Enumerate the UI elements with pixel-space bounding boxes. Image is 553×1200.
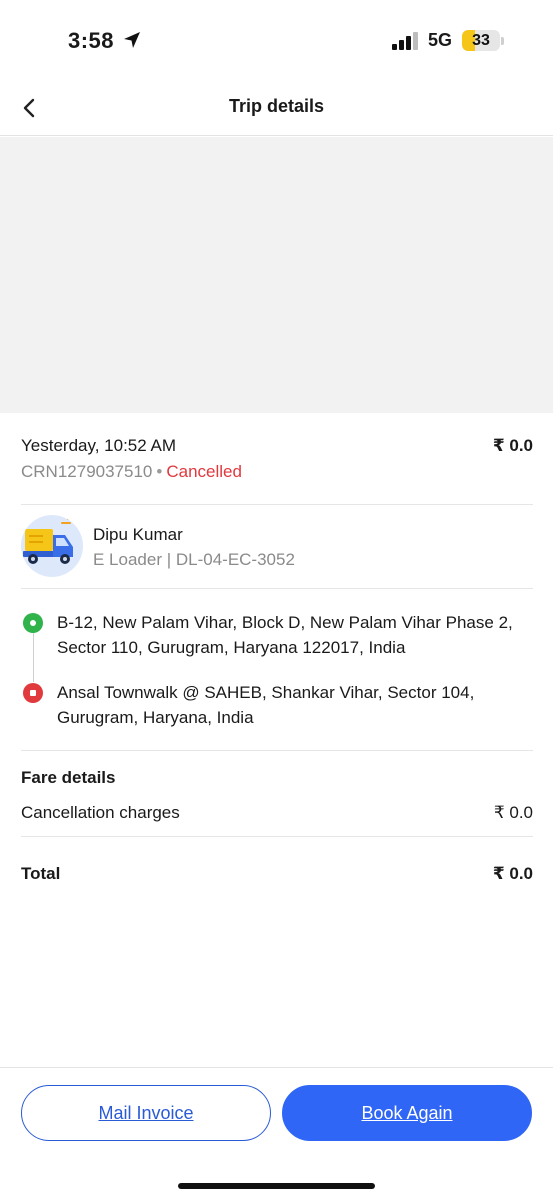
battery-percentage: 33 (472, 32, 490, 49)
fare-details-heading: Fare details (21, 768, 116, 787)
divider (21, 588, 533, 589)
divider (21, 504, 533, 505)
fare-total: Total ₹ 0.0 (21, 864, 533, 884)
vehicle-details: E Loader | DL-04-EC-3052 (93, 550, 295, 569)
home-indicator[interactable] (178, 1183, 375, 1189)
total-value: ₹ 0.0 (492, 864, 533, 883)
page-title: Trip details (228, 96, 325, 116)
divider (21, 750, 533, 751)
route-map[interactable] (0, 137, 553, 413)
battery-icon: 33 (462, 30, 500, 51)
top-nav-bar: Trip details (0, 80, 553, 136)
e-loader-truck-icon (21, 515, 83, 577)
cellular-signal-icon (392, 32, 418, 50)
book-again-button[interactable]: Book Again (282, 1085, 532, 1141)
divider (21, 836, 533, 837)
status-time: 3:58 (68, 28, 115, 53)
mail-invoice-button[interactable]: Mail Invoice (21, 1085, 271, 1141)
drop-location: Ansal Townwalk @ SAHEB, Shankar Vihar, S… (21, 680, 533, 730)
fare-item-label: Cancellation charges (21, 803, 180, 822)
meta-separator: • (156, 462, 163, 481)
trip-summary: Yesterday, 10:52 AM ₹ 0.0 CRN1279037510 •… (21, 436, 533, 482)
pickup-address: B-12, New Palam Vihar, Block D, New Pala… (57, 613, 513, 657)
bottom-action-bar: Mail Invoice Book Again (0, 1067, 553, 1200)
trip-date-time: Yesterday, 10:52 AM (21, 436, 176, 455)
network-type: 5G (428, 30, 453, 50)
driver-info: Dipu Kumar E Loader | DL-04-EC-3052 (21, 515, 533, 579)
location-arrow-icon (124, 32, 140, 48)
fare-item-value: ₹ 0.0 (493, 803, 533, 822)
status-bar: 3:58 5G 33 (0, 0, 553, 80)
pickup-marker-icon (23, 613, 43, 633)
drop-address: Ansal Townwalk @ SAHEB, Shankar Vihar, S… (57, 683, 475, 727)
trip-meta: CRN1279037510 • Cancelled (21, 462, 533, 482)
trip-fare: ₹ 0.0 (492, 436, 533, 455)
trip-route: B-12, New Palam Vihar, Block D, New Pala… (21, 610, 533, 730)
pickup-location: B-12, New Palam Vihar, Block D, New Pala… (21, 610, 533, 660)
drop-marker-icon (23, 683, 43, 703)
trip-crn: CRN1279037510 (21, 462, 153, 481)
driver-name: Dipu Kumar (93, 525, 183, 544)
fare-line-item: Cancellation charges ₹ 0.0 (21, 803, 533, 823)
total-label: Total (21, 864, 61, 883)
battery-nub (501, 37, 504, 45)
status-badge: Cancelled (166, 462, 242, 481)
